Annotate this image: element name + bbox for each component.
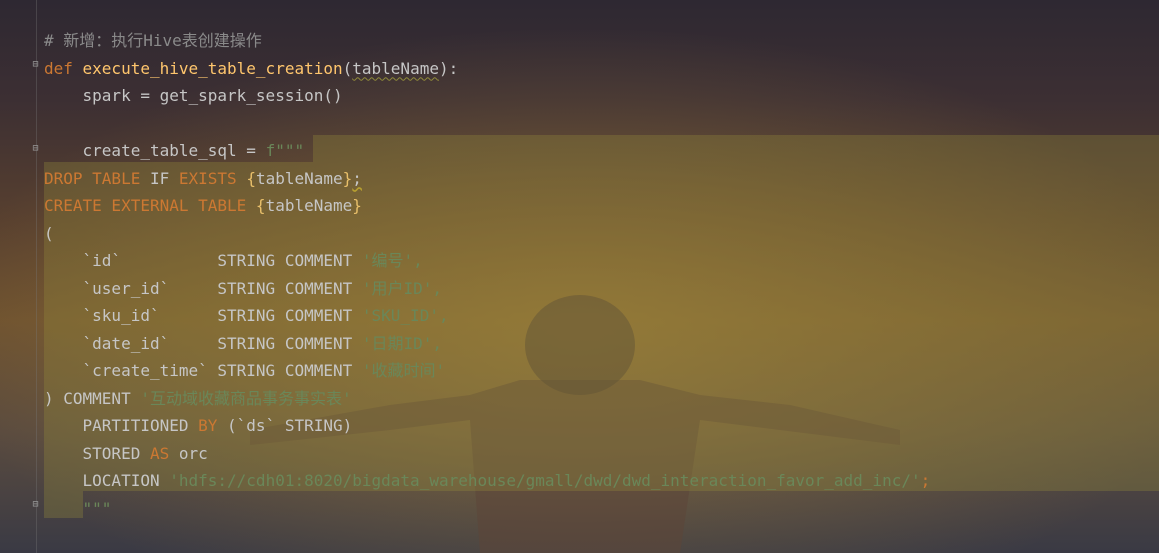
code-token: } <box>352 196 362 215</box>
gutter-divider <box>36 0 37 553</box>
code-token: ; <box>920 471 931 490</box>
fold-end-icon[interactable]: ⊟ <box>30 499 41 510</box>
editor-gutter <box>0 0 38 553</box>
fold-icon[interactable]: ⊟ <box>30 59 41 70</box>
code-line[interactable]: `id` STRING COMMENT '编号', <box>44 247 930 275</box>
code-token: '收藏时间' <box>361 361 446 380</box>
code-token: ): <box>438 58 459 78</box>
code-editor[interactable]: # 新增：执行Hive表创建操作 def execute_hive_table_c… <box>44 27 930 522</box>
code-token: 'SKU_ID', <box>361 306 449 325</box>
code-token: PARTITIONED <box>44 416 199 435</box>
code-token: def <box>44 58 83 78</box>
code-token: AS <box>149 443 179 463</box>
code-line[interactable]: # 新增：执行Hive表创建操作 <box>44 27 930 55</box>
code-token: `sku_id` STRING COMMENT <box>44 306 362 325</box>
code-token: IF <box>149 168 179 188</box>
code-token: CREATE EXTERNAL TABLE <box>44 196 256 215</box>
code-token: '编号', <box>361 251 423 270</box>
code-token: (`ds` STRING) <box>227 416 353 435</box>
code-token: tableName <box>265 196 353 215</box>
code-line[interactable]: LOCATION 'hdfs://cdh01:8020/bigdata_ware… <box>44 467 931 495</box>
code-line[interactable]: ( <box>44 220 930 248</box>
code-token: create_table_sql = <box>44 141 266 160</box>
code-token: '互动域收藏商品事务事实表' <box>140 388 352 408</box>
code-line[interactable] <box>44 110 930 138</box>
code-line[interactable]: DROP TABLE IF EXISTS {tableName}; <box>44 165 930 193</box>
code-line[interactable]: CREATE EXTERNAL TABLE {tableName} <box>44 192 930 220</box>
fold-icon[interactable]: ⊟ <box>30 143 41 154</box>
code-token: `date_id` STRING COMMENT <box>44 333 362 353</box>
code-token: orc <box>178 443 208 463</box>
code-line[interactable]: STORED AS orc <box>44 440 930 468</box>
code-token: ; <box>352 168 362 188</box>
code-line[interactable]: `sku_id` STRING COMMENT 'SKU_ID', <box>44 302 930 330</box>
code-line[interactable]: `date_id` STRING COMMENT '日期ID', <box>44 330 930 358</box>
code-token: BY <box>198 416 228 435</box>
code-token: # 新增：执行Hive表创建操作 <box>44 31 262 50</box>
code-token: ( <box>44 223 54 243</box>
code-token: `id` STRING COMMENT <box>44 251 362 270</box>
code-token: tableName <box>255 168 343 188</box>
code-token: `user_id` STRING COMMENT <box>44 278 362 298</box>
code-token: LOCATION <box>44 471 170 490</box>
code-token: f""" <box>265 141 305 160</box>
code-token: '日期ID', <box>361 333 443 353</box>
code-token: { <box>255 196 266 215</box>
code-line[interactable]: create_table_sql = f""" <box>44 137 930 165</box>
code-token: } <box>342 168 353 188</box>
code-token: { <box>246 168 256 188</box>
code-token: """ <box>82 498 112 518</box>
code-token: ( <box>342 58 353 78</box>
code-token: tableName <box>352 58 439 78</box>
code-line[interactable]: PARTITIONED BY (`ds` STRING) <box>44 412 930 440</box>
code-line[interactable]: spark = get_spark_session() <box>44 82 930 110</box>
code-token: `create_time` STRING COMMENT <box>44 361 362 380</box>
code-token: STORED <box>44 443 150 463</box>
code-token: DROP TABLE <box>44 168 150 188</box>
code-line[interactable]: ) COMMENT '互动域收藏商品事务事实表' <box>44 385 930 413</box>
code-line[interactable]: `user_id` STRING COMMENT '用户ID', <box>44 275 930 303</box>
code-line[interactable]: """ <box>44 495 930 523</box>
code-token: execute_hive_table_creation <box>82 58 343 78</box>
code-line[interactable]: `create_time` STRING COMMENT '收藏时间' <box>44 357 930 385</box>
code-token: ) COMMENT <box>44 388 141 408</box>
code-line[interactable]: def execute_hive_table_creation(tableNam… <box>44 55 930 83</box>
code-token: 'hdfs://cdh01:8020/bigdata_warehouse/gma… <box>169 471 921 490</box>
code-token: spark = get_spark_session() <box>44 86 343 105</box>
code-token: '用户ID', <box>361 278 443 298</box>
code-token: EXISTS <box>178 168 247 188</box>
